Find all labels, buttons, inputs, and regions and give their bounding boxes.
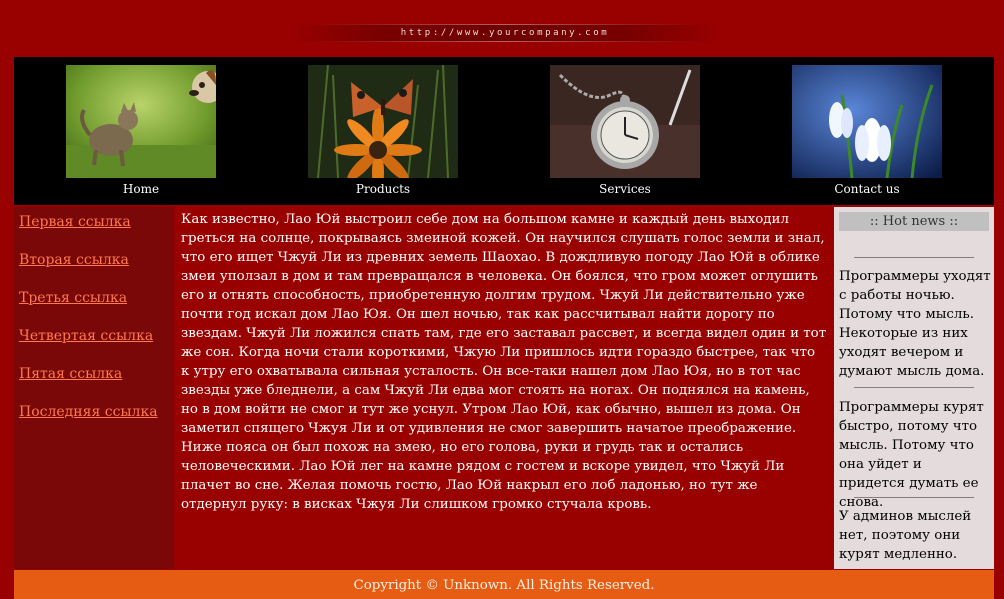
- main-article-text: Как известно, Лао Юй выстроил себе дом н…: [181, 212, 827, 512]
- news-item-2: Программеры курят быстро, потому что мыс…: [839, 400, 984, 510]
- pocket-watch-photo[interactable]: [550, 65, 700, 178]
- news-item-1: Программеры уходят с работы ночью. Потом…: [839, 269, 991, 379]
- news-item-3: У админов мыслей нет, поэтому они курят …: [839, 509, 972, 562]
- page: http://www.yourcompany.com Home Products…: [0, 0, 1004, 599]
- sidebar: Первая ссылка Вторая ссылка Третья ссылк…: [14, 207, 174, 569]
- site-url: http://www.yourcompany.com: [290, 24, 720, 42]
- snowdrop-flower-photo[interactable]: [792, 65, 942, 178]
- nav-item-products[interactable]: Products: [308, 65, 458, 205]
- news-divider: [854, 387, 974, 388]
- hot-news-title: :: Hot news ::: [839, 212, 989, 231]
- nav-item-home[interactable]: Home: [66, 65, 216, 205]
- news-divider: [854, 257, 974, 258]
- nav-label-products[interactable]: Products: [308, 182, 458, 196]
- sidebar-link-4[interactable]: Четвертая ссылка: [19, 328, 153, 344]
- sidebar-link-5[interactable]: Пятая ссылка: [19, 366, 122, 382]
- kitten-and-dog-photo[interactable]: [66, 65, 216, 178]
- nav-item-contact[interactable]: Contact us: [792, 65, 942, 205]
- nav-item-services[interactable]: Services: [550, 65, 700, 205]
- hot-news-panel: :: Hot news :: Программеры уходят с рабо…: [834, 207, 994, 569]
- nav-label-contact[interactable]: Contact us: [792, 182, 942, 196]
- butterfly-on-flower-photo[interactable]: [308, 65, 458, 178]
- header-nav: Home Products Services Contact us: [14, 57, 994, 205]
- nav-label-services[interactable]: Services: [550, 182, 700, 196]
- sidebar-link-3[interactable]: Третья ссылка: [19, 290, 127, 306]
- news-divider: [854, 497, 974, 498]
- sidebar-link-2[interactable]: Вторая ссылка: [19, 252, 129, 268]
- nav-label-home[interactable]: Home: [66, 182, 216, 196]
- sidebar-link-1[interactable]: Первая ссылка: [19, 214, 131, 230]
- footer-copyright: Copyright © Unknown. All Rights Reserved…: [14, 570, 994, 599]
- sidebar-link-last[interactable]: Последняя ссылка: [19, 404, 158, 420]
